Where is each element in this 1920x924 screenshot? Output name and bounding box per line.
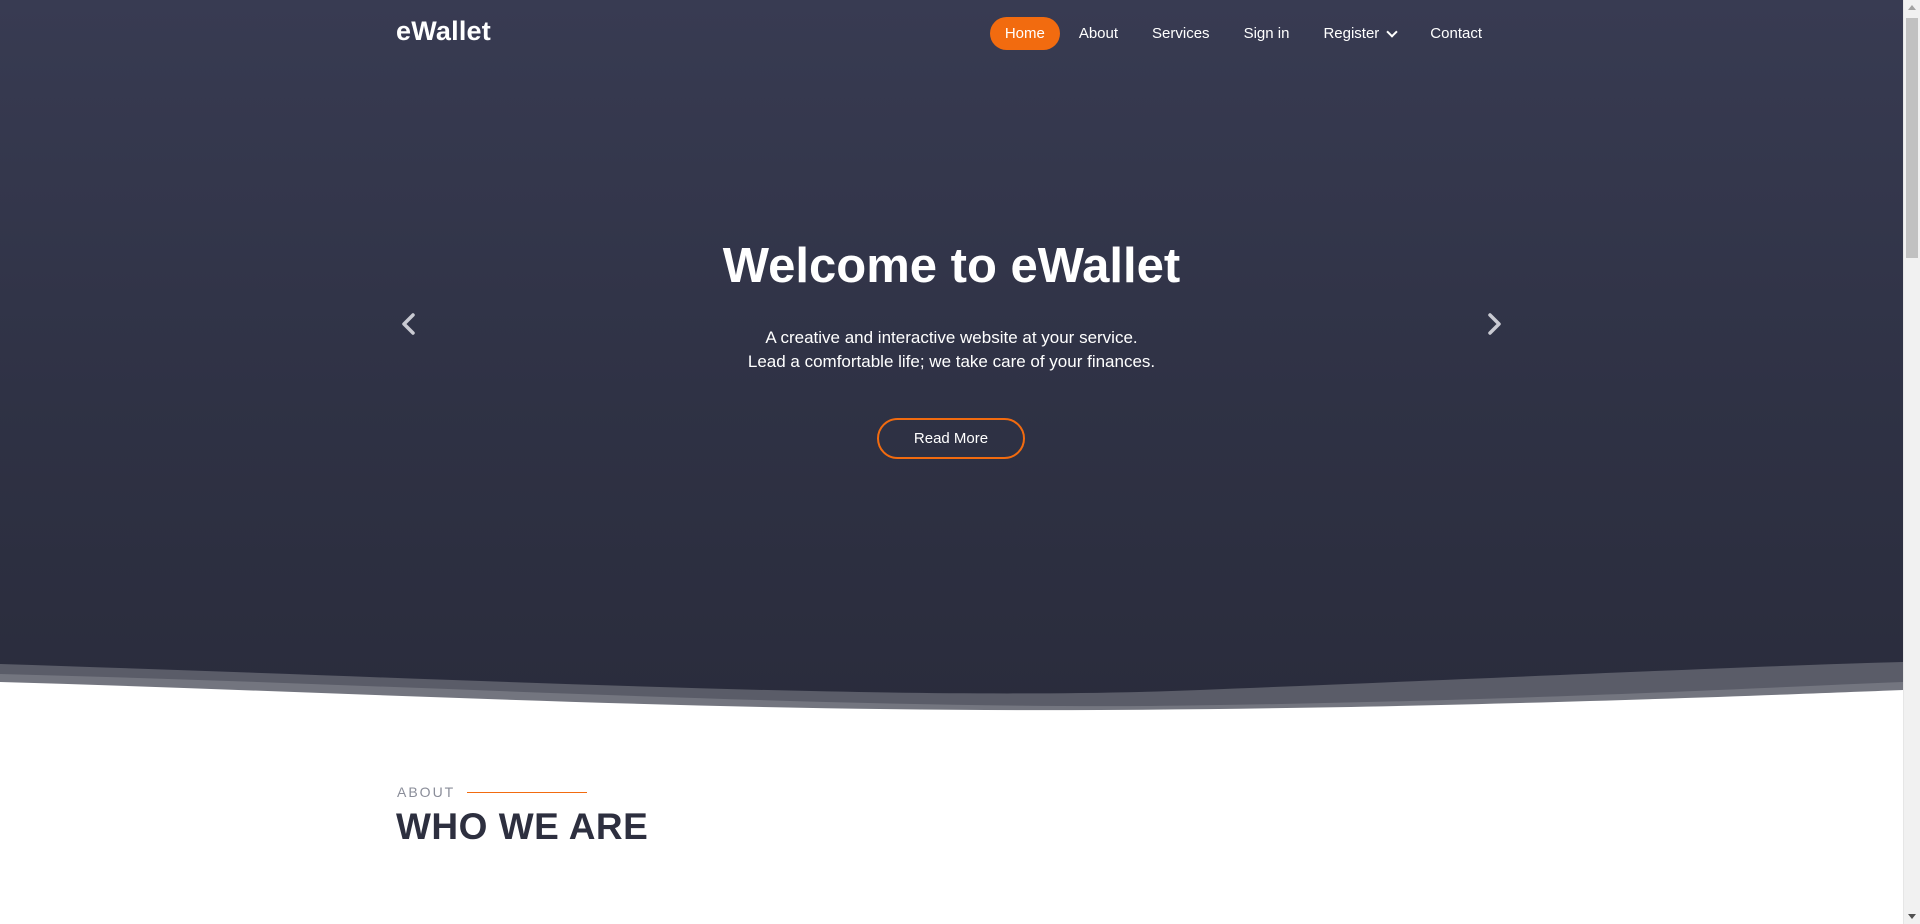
chevron-down-icon bbox=[1386, 25, 1398, 38]
nav-contact[interactable]: Contact bbox=[1415, 17, 1497, 50]
nav-register-label: Register bbox=[1323, 25, 1380, 42]
nav-sign-in-label: Sign in bbox=[1243, 25, 1290, 42]
hero-subtitle-line-2: Lead a comfortable life; we take care of… bbox=[747, 352, 1156, 371]
nav-home-label: Home bbox=[1004, 25, 1045, 42]
nav-about-label: About bbox=[1078, 25, 1119, 42]
nav-about[interactable]: About bbox=[1064, 17, 1133, 50]
nav-contact-label: Contact bbox=[1430, 25, 1482, 42]
nav-services-label: Services bbox=[1152, 25, 1210, 42]
scroll-down-icon[interactable] bbox=[1908, 914, 1916, 919]
about-eyebrow-label: ABOUT bbox=[397, 784, 456, 800]
chevron-left-icon bbox=[402, 313, 415, 335]
scrollbar-thumb[interactable] bbox=[1906, 18, 1918, 258]
page: eWallet Home About Services Sign in Regi… bbox=[0, 0, 1903, 924]
hero-title: Welcome to eWallet bbox=[722, 239, 1181, 293]
site-logo[interactable]: eWallet bbox=[396, 16, 491, 47]
carousel-prev-button[interactable] bbox=[398, 311, 420, 337]
about-title: WHO WE ARE bbox=[396, 806, 649, 847]
site-header: eWallet Home About Services Sign in Regi… bbox=[0, 0, 1903, 68]
nav-sign-in[interactable]: Sign in bbox=[1229, 17, 1305, 50]
nav-home[interactable]: Home bbox=[989, 17, 1060, 50]
nav-register[interactable]: Register bbox=[1308, 17, 1411, 50]
chevron-right-icon bbox=[1488, 313, 1501, 335]
hero-subtitle-line-1: A creative and interactive website at yo… bbox=[765, 328, 1138, 347]
read-more-button[interactable]: Read More bbox=[877, 418, 1025, 459]
eyebrow-divider bbox=[467, 791, 588, 793]
hero-wave bbox=[0, 662, 1903, 720]
about-eyebrow: ABOUT bbox=[397, 784, 588, 800]
carousel-next-button[interactable] bbox=[1483, 311, 1505, 337]
nav-services[interactable]: Services bbox=[1137, 17, 1225, 50]
page-scrollbar[interactable] bbox=[1903, 0, 1920, 924]
scroll-up-icon[interactable] bbox=[1908, 5, 1916, 10]
main-nav: Home About Services Sign in Register Con… bbox=[986, 17, 1497, 50]
